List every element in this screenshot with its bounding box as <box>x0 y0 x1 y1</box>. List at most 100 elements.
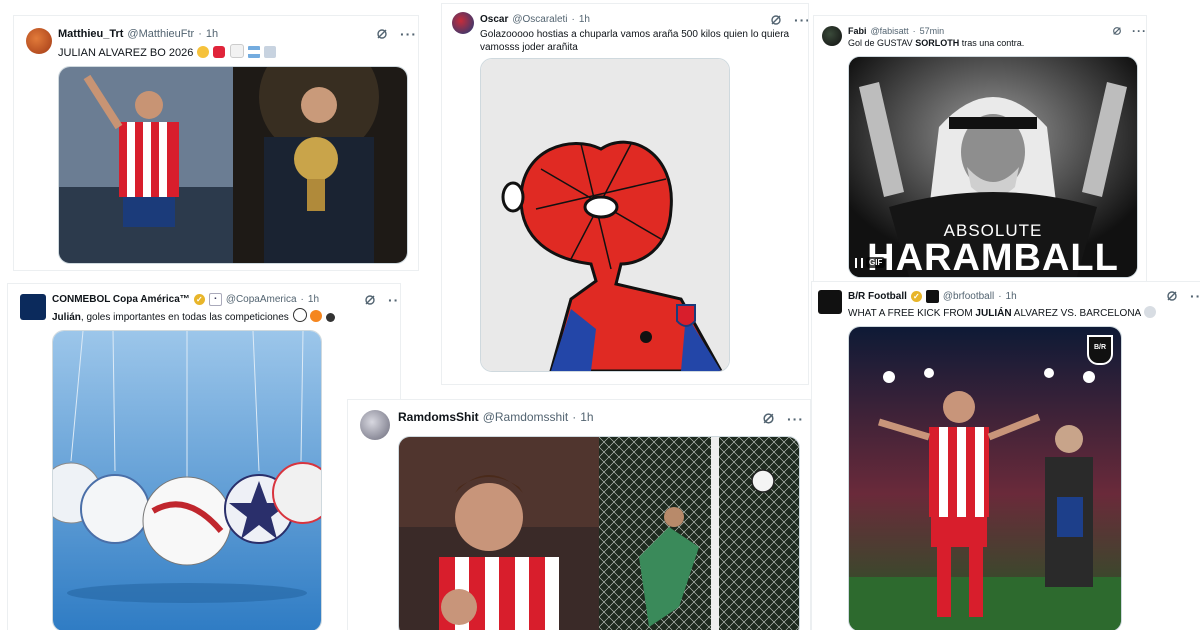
timestamp[interactable]: 1h <box>308 294 319 305</box>
avatar[interactable] <box>822 26 842 46</box>
separator: · <box>912 26 916 36</box>
post-card-oscar[interactable]: Oscar @Oscaraleti · 1h ··· Golazooooo ho… <box>442 4 808 384</box>
display-name[interactable]: B/R Football <box>848 291 907 302</box>
hanging-balls-image <box>53 331 321 630</box>
soccer-ball-icon <box>292 308 307 322</box>
affiliate-badge-icon: ▪ <box>208 293 222 306</box>
grok-icon[interactable] <box>770 14 782 26</box>
post-text-bold: JULIÁN <box>975 308 1012 319</box>
grok-icon[interactable] <box>1166 290 1178 302</box>
handle[interactable]: @Oscaraleti <box>512 14 567 25</box>
timestamp[interactable]: 1h <box>579 14 590 25</box>
post-header: Matthieu_Trt @MatthieuFtr · 1h <box>58 28 218 40</box>
verified-badge-icon: ✓ <box>193 294 205 305</box>
post-text-part: , goles importantes en todas las competi… <box>80 312 289 323</box>
post-media[interactable]: B/R <box>848 326 1122 630</box>
white-heart-icon <box>229 44 244 58</box>
post-actions: ··· <box>376 27 417 41</box>
handle[interactable]: @Ramdomsshit <box>483 410 569 424</box>
argentina-flag-icon <box>247 46 260 58</box>
post-actions: ··· <box>762 412 804 426</box>
timestamp[interactable]: 1h <box>1006 291 1017 302</box>
handle[interactable]: @fabisatt <box>871 26 909 36</box>
post-actions: ··· <box>1166 289 1200 303</box>
post-text-line-2: vamosss joder arañita <box>480 42 578 53</box>
avatar[interactable] <box>20 294 46 320</box>
post-card-brfootball[interactable]: B/R Football ✓ @brfootball · 1h ··· WHAT… <box>812 282 1200 630</box>
post-actions: ··· <box>770 13 808 27</box>
display-name[interactable]: Matthieu_Trt <box>58 28 123 40</box>
separator: · <box>571 14 575 25</box>
handle[interactable]: @brfootball <box>943 291 994 302</box>
grok-icon[interactable] <box>762 412 775 425</box>
affiliate-badge-icon <box>925 290 939 303</box>
post-text: Gol de GUSTAV SORLOTH tras una contra. <box>848 38 1024 48</box>
rocket-icon <box>263 46 276 58</box>
post-media[interactable] <box>52 330 322 630</box>
post-actions: ··· <box>364 293 400 307</box>
more-icon[interactable]: ··· <box>1190 289 1200 303</box>
photo-goal-celebration-and-save <box>399 437 799 630</box>
post-text-part: WHAT A FREE KICK FROM <box>848 308 976 319</box>
timestamp[interactable]: 1h <box>580 410 593 424</box>
display-name[interactable]: Oscar <box>480 14 508 25</box>
more-icon[interactable]: ··· <box>400 27 417 41</box>
grok-icon[interactable] <box>376 28 388 40</box>
post-header: Oscar @Oscaraleti · 1h <box>480 14 590 25</box>
post-card-conmebol[interactable]: CONMEBOL Copa América™ ✓ ▪ @CopaAmerica … <box>8 284 400 630</box>
post-text-bold: SORLOTH <box>915 38 960 48</box>
avatar[interactable] <box>26 28 52 54</box>
separator: · <box>572 410 577 424</box>
separator: · <box>998 291 1002 302</box>
post-text-part: Gol de GUSTAV <box>848 38 916 48</box>
post-card-fabi[interactable]: Fabi @fabisatt · 57min ··· Gol de GUSTAV… <box>814 16 1146 282</box>
post-card-ramdomsshit[interactable]: RamdomsShit @Ramdomsshit · 1h ··· <box>348 400 810 630</box>
more-icon[interactable]: ··· <box>388 293 400 307</box>
post-card-matthieu[interactable]: Matthieu_Trt @MatthieuFtr · 1h ··· JULIA… <box>14 16 418 270</box>
more-icon[interactable]: ··· <box>787 412 804 426</box>
photo-player-celebrating <box>59 67 407 263</box>
post-text: Golazooooo hostias a chuparla vamos arañ… <box>480 28 789 54</box>
grok-icon[interactable] <box>1112 26 1122 36</box>
post-actions: ··· <box>1112 25 1146 37</box>
more-icon[interactable]: ··· <box>794 13 808 27</box>
image-caption-big: HARAMBALL <box>867 237 1119 278</box>
handle[interactable]: @MatthieuFtr <box>127 28 194 40</box>
photo-free-kick-celebration <box>849 327 1121 630</box>
post-media[interactable]: ABSOLUTE HARAMBALL GIF <box>848 56 1138 278</box>
timestamp[interactable]: 1h <box>206 28 218 40</box>
display-name[interactable]: CONMEBOL Copa América™ <box>52 294 190 305</box>
post-media[interactable] <box>480 58 730 372</box>
collision-icon <box>1144 306 1157 318</box>
post-text: JULIAN ALVAREZ BO 2026 <box>58 44 276 59</box>
spider-icon <box>326 313 336 322</box>
handle[interactable]: @CopaAmerica <box>226 294 297 305</box>
red-heart-icon <box>213 46 226 58</box>
post-text-part: ALVAREZ VS. BARCELONA <box>1011 308 1141 319</box>
timestamp[interactable]: 57min <box>920 26 945 36</box>
more-icon[interactable]: ··· <box>1132 25 1146 37</box>
gif-label: GIF <box>866 257 886 268</box>
post-media[interactable] <box>58 66 408 264</box>
post-text: Julián, goles importantes en todas las c… <box>52 308 336 323</box>
separator: · <box>198 28 202 40</box>
post-text-line-1: Golazooooo hostias a chuparla vamos arañ… <box>480 29 790 40</box>
br-logo: B/R <box>1087 335 1113 365</box>
verified-badge-icon: ✓ <box>910 291 922 302</box>
spiderman-meme-image <box>481 59 729 371</box>
separator: · <box>300 294 304 305</box>
avatar[interactable] <box>818 290 842 314</box>
avatar[interactable] <box>452 12 474 34</box>
post-text-part: tras una contra. <box>959 38 1025 48</box>
post-media[interactable] <box>398 436 800 630</box>
pause-icon[interactable] <box>855 257 863 268</box>
display-name[interactable]: Fabi <box>848 26 867 36</box>
post-text-bold: Julián <box>52 312 81 323</box>
gif-badge[interactable]: GIF <box>855 257 886 268</box>
avatar[interactable] <box>360 410 390 440</box>
grok-icon[interactable] <box>364 294 376 306</box>
post-header: B/R Football ✓ @brfootball · 1h <box>848 290 1017 303</box>
post-header: CONMEBOL Copa América™ ✓ ▪ @CopaAmerica … <box>52 293 319 306</box>
display-name[interactable]: RamdomsShit <box>398 410 479 424</box>
post-text-content: JULIAN ALVAREZ BO 2026 <box>58 47 194 59</box>
